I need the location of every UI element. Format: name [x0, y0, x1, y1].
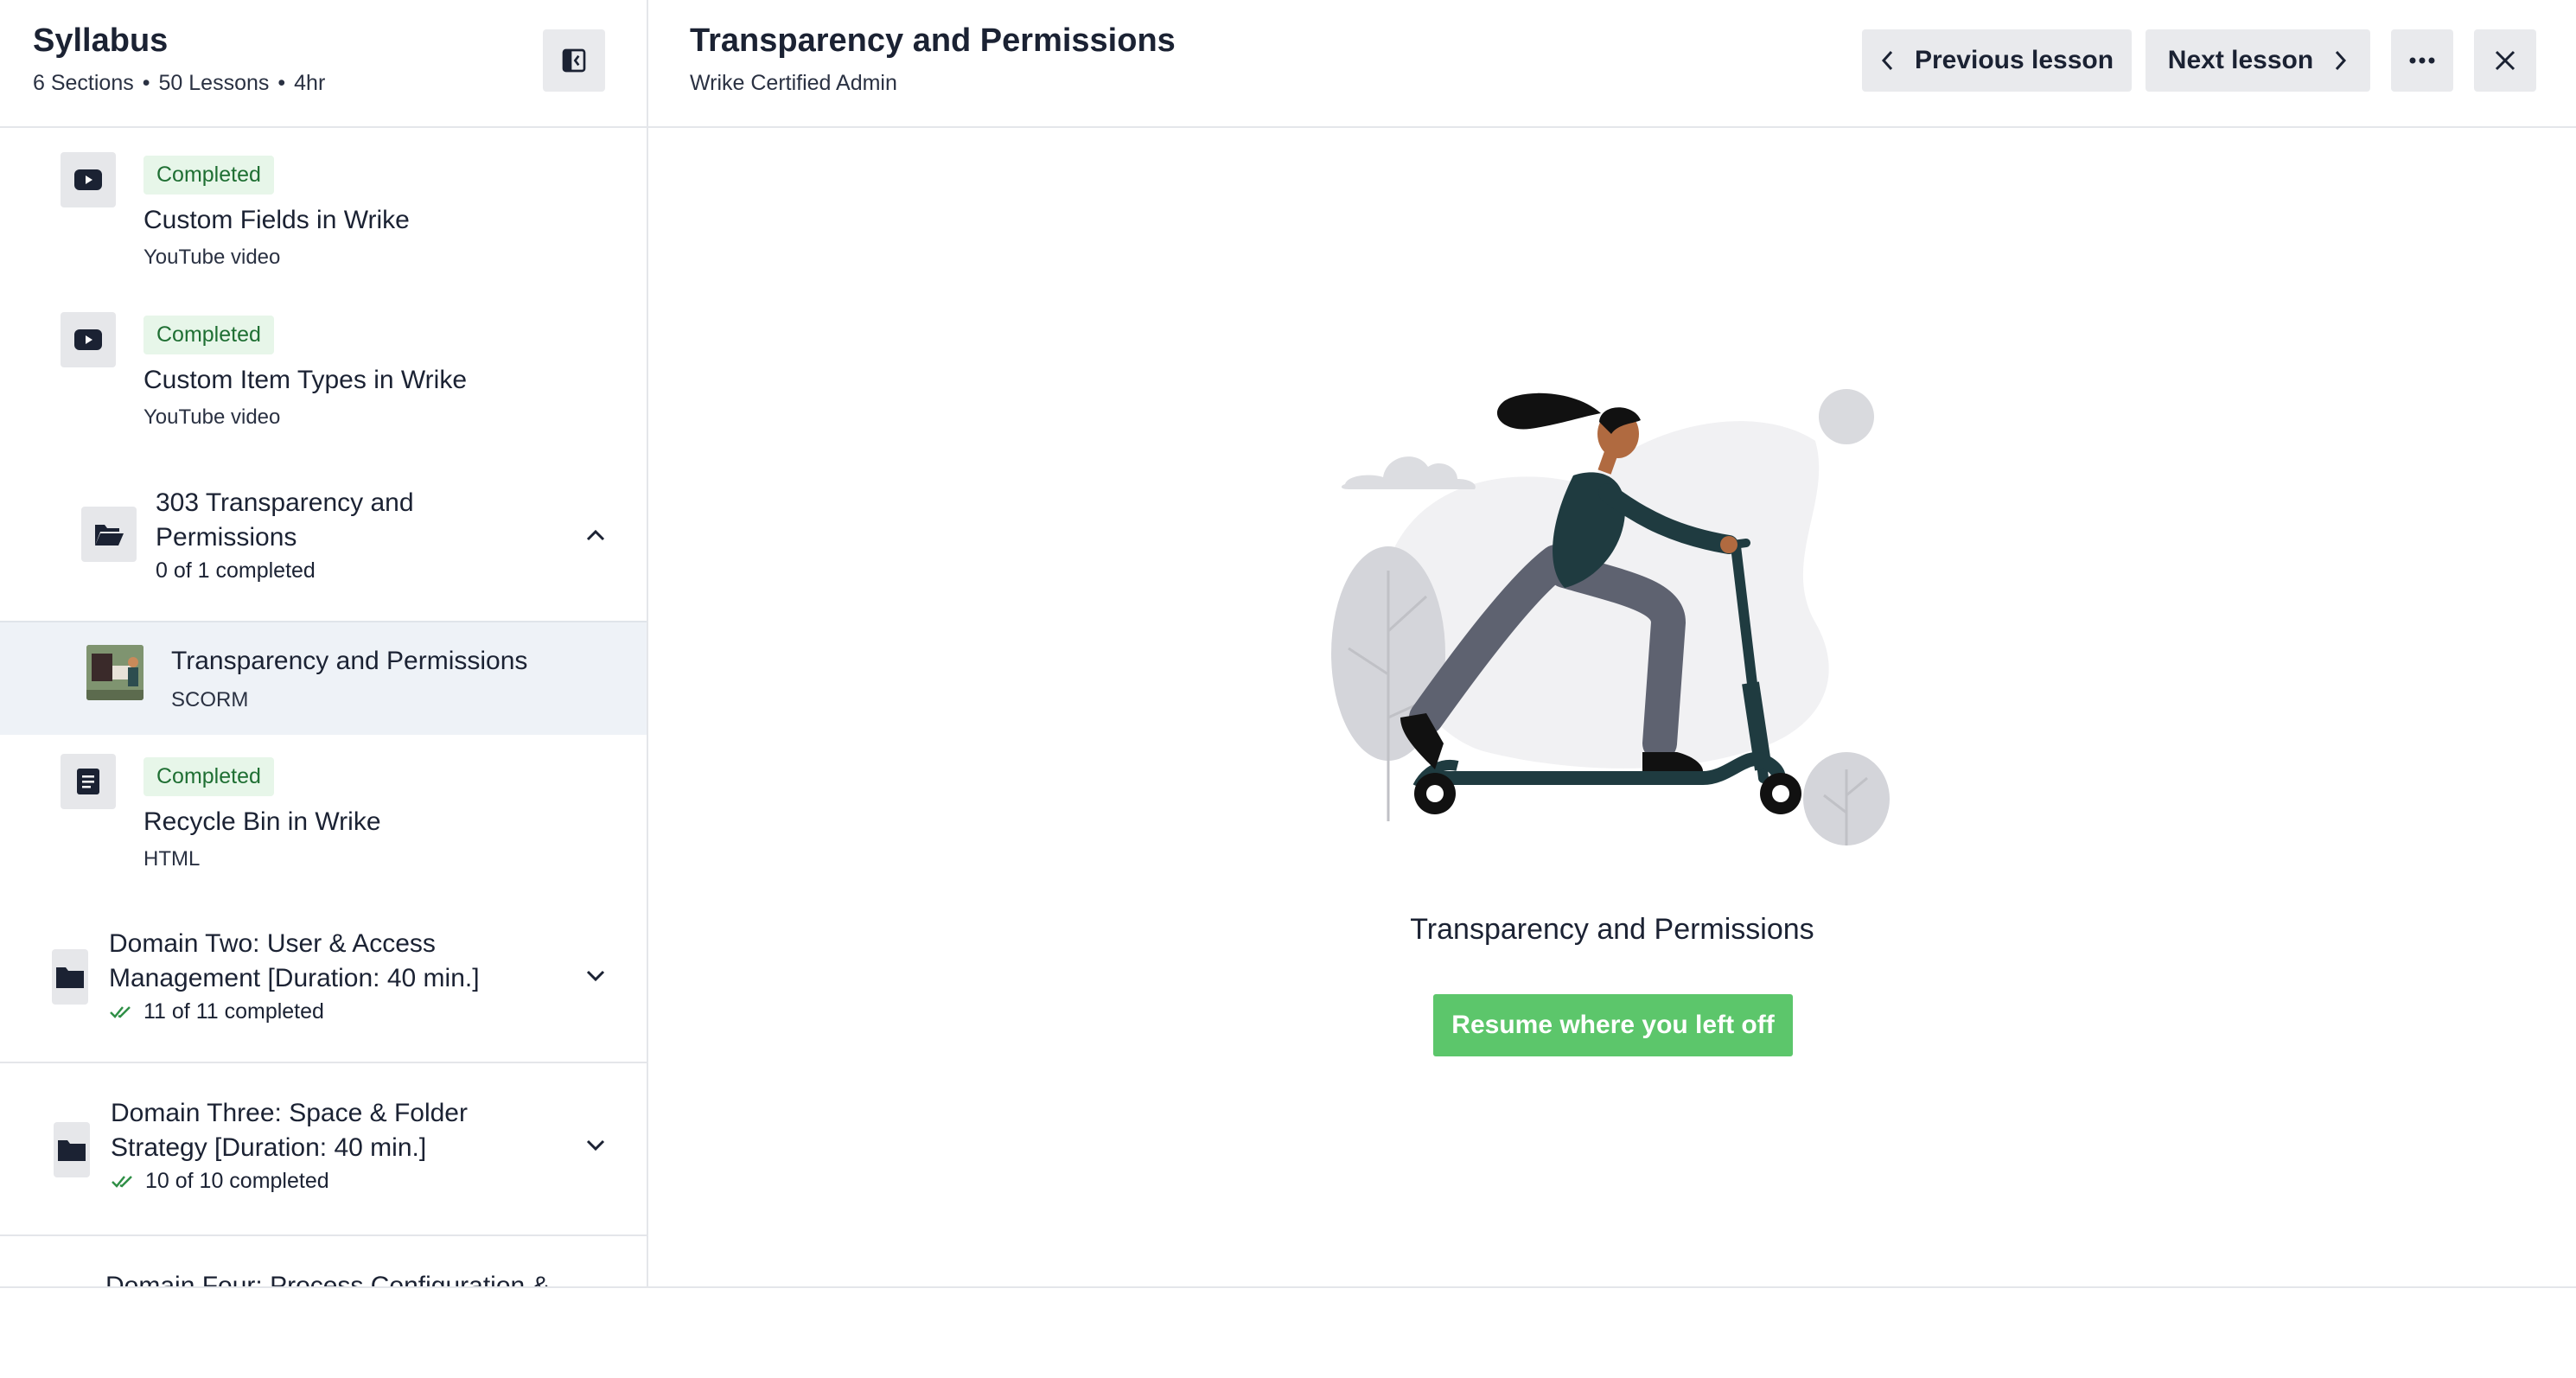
status-badge: Completed: [143, 156, 274, 195]
double-check-icon: [110, 1005, 131, 1018]
syllabus-sidebar: Syllabus 6 Sections • 50 Lessons • 4hr Compl…: [0, 0, 648, 1286]
lesson-item[interactable]: Completed Custom Item Types in Wrike You…: [0, 298, 647, 445]
ellipsis-icon: [2409, 57, 2435, 64]
bottom-area: [0, 1286, 2576, 1378]
content-title: Transparency and Permissions: [1410, 913, 1814, 946]
double-check-icon: [112, 1175, 132, 1188]
lesson-title: Transparency and Permissions: [171, 647, 528, 675]
section-title: Domain Two: User & Access Management [Du…: [109, 929, 480, 992]
chevron-left-icon: [1881, 50, 1893, 71]
lesson-item[interactable]: Completed Custom Fields in Wrike YouTube…: [0, 138, 647, 285]
lesson-type: HTML: [143, 847, 201, 871]
section-progress: 11 of 11 completed: [109, 999, 324, 1024]
lesson-type: YouTube video: [143, 246, 281, 269]
status-badge: Completed: [143, 757, 274, 796]
scooter-illustration: [1331, 389, 1890, 845]
collapse-sidebar-button[interactable]: [543, 29, 605, 92]
syllabus-meta: 6 Sections • 50 Lessons • 4hr: [33, 71, 326, 95]
duration: 4hr: [294, 71, 326, 95]
app-window: Syllabus 6 Sections • 50 Lessons • 4hr Compl…: [0, 0, 2576, 1286]
next-lesson-button[interactable]: Next lesson: [2146, 29, 2370, 92]
folder-icon: [52, 949, 88, 1005]
status-badge: Completed: [143, 316, 274, 354]
section-progress: 0 of 1 completed: [156, 558, 316, 583]
youtube-icon: [61, 152, 116, 207]
lesson-thumbnail: [86, 645, 143, 700]
active-lesson-item[interactable]: Transparency and Permissions SCORM: [0, 621, 647, 735]
lesson-heading: Transparency and Permissions: [690, 22, 1176, 59]
section-count: 6 Sections: [33, 71, 134, 95]
folder-icon: [54, 1122, 90, 1177]
document-icon: [61, 754, 116, 809]
lesson-title: Recycle Bin in Wrike: [143, 807, 381, 836]
youtube-icon: [61, 312, 116, 367]
section-title: Domain Three: Space & Folder Strategy [D…: [111, 1099, 468, 1162]
section-title: 303 Transparency and Permissions: [156, 488, 414, 552]
lesson-item[interactable]: Completed Recycle Bin in Wrike HTML: [0, 740, 647, 887]
sidebar-collapse-icon: [562, 48, 586, 73]
lesson-title: Custom Fields in Wrike: [143, 206, 410, 234]
sidebar-title: Syllabus: [33, 22, 169, 59]
chevron-down-icon[interactable]: [581, 1131, 610, 1160]
close-icon: [2495, 50, 2515, 71]
lesson-count: 50 Lessons: [158, 71, 270, 95]
folder-open-icon: [81, 507, 137, 562]
lesson-header: Transparency and Permissions Wrike Certi…: [648, 0, 2576, 128]
more-options-button[interactable]: [2391, 29, 2453, 92]
lesson-title: Custom Item Types in Wrike: [143, 366, 468, 394]
chevron-up-icon[interactable]: [581, 520, 610, 550]
section-domain-three[interactable]: Domain Three: Space & Folder Strategy [D…: [0, 1086, 647, 1236]
previous-lesson-button[interactable]: Previous lesson: [1862, 29, 2132, 92]
resume-button[interactable]: Resume where you left off: [1433, 994, 1793, 1056]
section-domain-two[interactable]: Domain Two: User & Access Management [Du…: [0, 916, 647, 1063]
section-progress: 10 of 10 completed: [111, 1169, 329, 1194]
section-303-transparency[interactable]: 303 Transparency and Permissions 0 of 1 …: [0, 481, 647, 619]
chevron-right-icon: [2336, 50, 2347, 71]
course-name: Wrike Certified Admin: [690, 71, 897, 95]
chevron-down-icon[interactable]: [581, 961, 610, 991]
lesson-content-area: Transparency and Permissions Wrike Certi…: [648, 0, 2576, 1286]
lesson-type: SCORM: [171, 688, 249, 711]
sidebar-header: Syllabus 6 Sections • 50 Lessons • 4hr: [0, 0, 647, 128]
section-title: Domain Four: Process Configuration &: [105, 1272, 550, 1286]
lesson-type: YouTube video: [143, 405, 281, 429]
close-button[interactable]: [2474, 29, 2536, 92]
section-domain-four[interactable]: Domain Four: Process Configuration &: [0, 1269, 647, 1286]
